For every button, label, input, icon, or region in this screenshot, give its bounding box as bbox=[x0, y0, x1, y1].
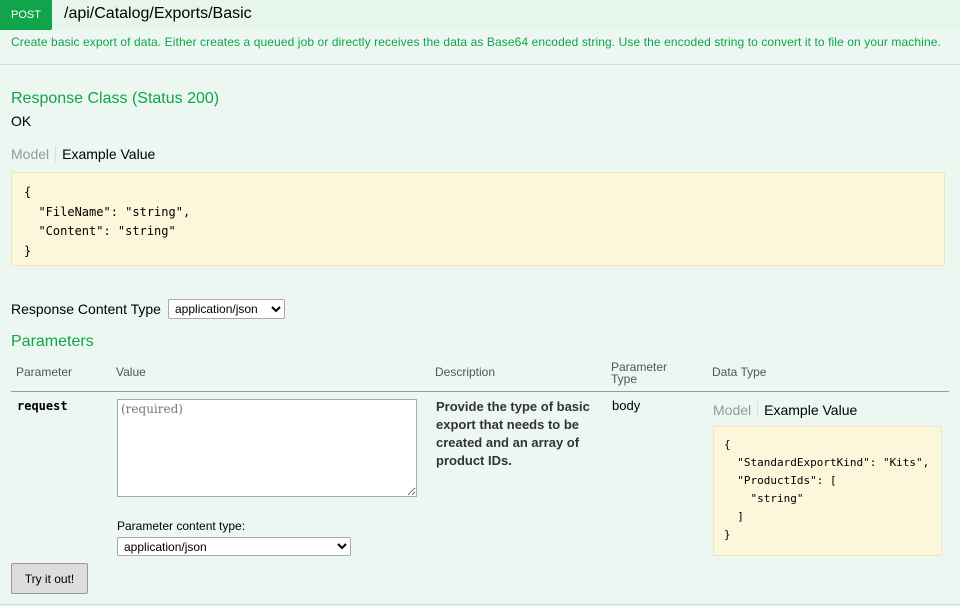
parameter-model-tabs: Model Example Value bbox=[713, 402, 857, 418]
tab-model[interactable]: Model bbox=[713, 402, 759, 418]
bottom-divider bbox=[0, 604, 960, 605]
endpoint-path[interactable]: /api/Catalog/Exports/Basic bbox=[64, 5, 252, 23]
response-model-tabs: Model Example Value bbox=[11, 146, 155, 162]
parameter-type-value: body bbox=[612, 398, 641, 413]
column-header-parameter-type: Parameter Type bbox=[611, 361, 667, 385]
operation-summary: Create basic export of data. Either crea… bbox=[11, 35, 941, 49]
divider bbox=[0, 64, 960, 65]
column-header-description: Description bbox=[435, 365, 496, 379]
operation-header[interactable]: POST /api/Catalog/Exports/Basic bbox=[0, 0, 960, 30]
tab-example-value[interactable]: Example Value bbox=[758, 402, 857, 418]
response-example-code: { "FileName": "string", "Content": "stri… bbox=[11, 172, 945, 266]
parameters-title: Parameters bbox=[11, 333, 94, 350]
table-header-divider bbox=[11, 391, 949, 392]
column-header-parameter: Parameter bbox=[16, 365, 73, 379]
tab-example-value[interactable]: Example Value bbox=[56, 146, 155, 162]
response-content-type-label: Response Content Type bbox=[11, 301, 161, 317]
column-header-value: Value bbox=[116, 365, 146, 379]
response-content-type-select[interactable]: application/json bbox=[168, 299, 285, 319]
try-it-out-button[interactable]: Try it out! bbox=[11, 563, 88, 594]
tab-model[interactable]: Model bbox=[11, 146, 57, 162]
parameter-content-type-select[interactable]: application/json bbox=[117, 537, 351, 556]
column-header-parameter-type-line2: Type bbox=[611, 372, 638, 386]
parameter-content-type-label: Parameter content type: bbox=[117, 519, 246, 533]
column-header-data-type: Data Type bbox=[712, 365, 767, 379]
parameter-example-code[interactable]: { "StandardExportKind": "Kits", "Product… bbox=[713, 426, 942, 556]
parameter-description: Provide the type of basic export that ne… bbox=[436, 399, 590, 468]
request-body-textarea[interactable] bbox=[117, 399, 417, 497]
response-class-title: Response Class (Status 200) bbox=[11, 90, 220, 107]
response-status-text: OK bbox=[11, 113, 32, 129]
parameter-name: request bbox=[17, 399, 68, 413]
method-badge[interactable]: POST bbox=[0, 0, 52, 30]
